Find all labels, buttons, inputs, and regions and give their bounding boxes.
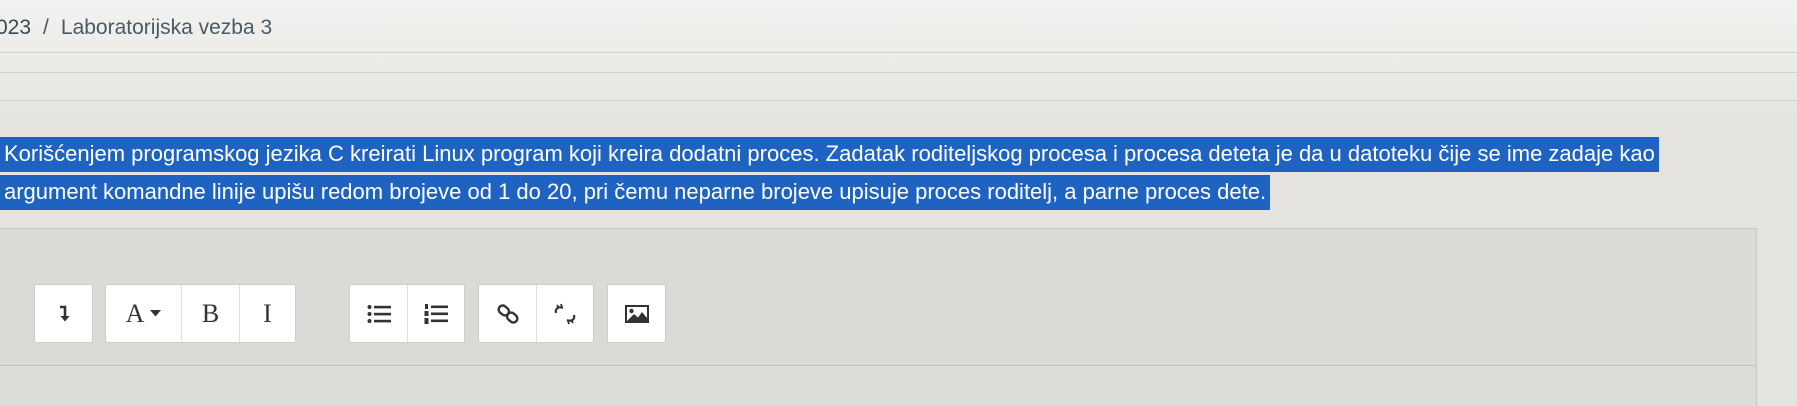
toolbar-group-lists <box>349 284 465 343</box>
font-color-button[interactable]: A <box>106 285 181 342</box>
expand-toolbar-button[interactable] <box>35 285 92 342</box>
ordered-list-icon <box>424 303 448 325</box>
italic-icon: I <box>263 298 272 328</box>
expand-toolbar-icon <box>57 305 71 323</box>
breadcrumb: 023 / Laboratorijska vezba 3 <box>0 16 272 40</box>
ordered-list-button[interactable] <box>407 285 464 342</box>
breadcrumb-prev[interactable]: 023 <box>0 16 31 39</box>
bold-icon: B <box>201 298 220 328</box>
toolbar-group-links <box>478 284 594 343</box>
answer-editor: A B I <box>0 228 1757 406</box>
breadcrumb-separator: / <box>43 16 49 39</box>
editor-content-area[interactable] <box>0 366 1756 406</box>
editor-toolbar: A B I <box>0 229 1756 366</box>
image-icon <box>624 304 650 324</box>
divider <box>0 72 1797 73</box>
unordered-list-button[interactable] <box>350 285 407 342</box>
page-header: 023 / Laboratorijska vezba 3 <box>0 0 1797 115</box>
toolbar-group-media <box>607 284 666 343</box>
question-text[interactable]: Korišćenjem programskog jezika C kreirat… <box>0 135 1740 211</box>
unlink-icon <box>553 303 577 325</box>
unlink-button[interactable] <box>536 285 593 342</box>
question-line-1: Korišćenjem programskog jezika C kreirat… <box>0 137 1659 172</box>
chevron-down-icon <box>150 310 162 317</box>
font-color-icon: A <box>125 298 145 328</box>
toolbar-group-format: A B I <box>105 284 296 343</box>
breadcrumb-current[interactable]: Laboratorijska vezba 3 <box>61 16 272 39</box>
image-button[interactable] <box>608 285 665 342</box>
link-button[interactable] <box>479 285 536 342</box>
italic-button[interactable]: I <box>239 285 295 342</box>
divider <box>0 100 1797 101</box>
link-icon <box>496 303 520 324</box>
divider <box>0 52 1797 53</box>
question-line-2: argument komandne linije upišu redom bro… <box>0 175 1271 210</box>
toolbar-group-expand <box>34 284 93 343</box>
unordered-list-icon <box>367 304 391 324</box>
bold-button[interactable]: B <box>181 285 239 342</box>
